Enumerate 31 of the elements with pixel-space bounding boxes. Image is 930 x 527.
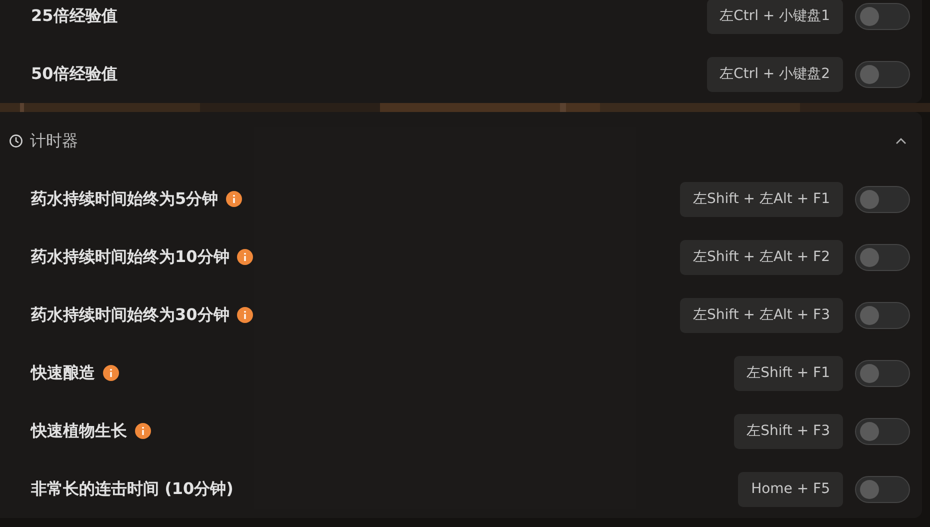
hotkey-chip[interactable]: 左Shift + 左Alt + F3 xyxy=(680,298,843,332)
hotkey-chip[interactable]: 左Ctrl + 小键盘1 xyxy=(706,0,843,34)
info-icon[interactable] xyxy=(237,307,254,323)
setting-label: 非常长的连击时间 (10分钟) xyxy=(31,478,234,500)
info-icon[interactable] xyxy=(135,423,151,439)
setting-label: 50倍经验值 xyxy=(31,64,118,84)
setting-label: 快速酿造 xyxy=(31,362,95,384)
setting-label: 25倍经验值 xyxy=(31,6,118,26)
hotkey-chip[interactable]: Home + F5 xyxy=(738,472,843,506)
hotkey-chip[interactable]: 左Shift + F1 xyxy=(734,356,843,390)
setting-label: 快速植物生长 xyxy=(31,420,127,442)
hotkey-chip[interactable]: 左Ctrl + 小键盘2 xyxy=(706,56,843,92)
toggle-switch[interactable] xyxy=(855,360,910,386)
toggle-switch[interactable] xyxy=(855,476,910,502)
toggle-switch[interactable] xyxy=(855,60,910,88)
setting-label: 药水持续时间始终为5分钟 xyxy=(31,188,218,210)
toggle-switch[interactable] xyxy=(855,302,910,328)
toggle-switch[interactable] xyxy=(855,244,910,270)
info-icon[interactable] xyxy=(226,191,242,207)
toggle-switch[interactable] xyxy=(855,2,910,30)
toggle-switch[interactable] xyxy=(855,186,910,212)
toggle-switch[interactable] xyxy=(855,418,910,444)
setting-label: 药水持续时间始终为30分钟 xyxy=(31,304,230,326)
clock-icon xyxy=(9,134,23,148)
section-title: 计时器 xyxy=(30,130,78,152)
hotkey-chip[interactable]: 左Shift + 左Alt + F2 xyxy=(680,240,843,274)
hotkey-chip[interactable]: 左Shift + F3 xyxy=(734,414,843,448)
hotkey-chip[interactable]: 左Shift + 左Alt + F1 xyxy=(680,182,843,216)
info-icon[interactable] xyxy=(103,365,119,381)
setting-label: 药水持续时间始终为10分钟 xyxy=(31,246,230,268)
info-icon[interactable] xyxy=(237,249,254,265)
